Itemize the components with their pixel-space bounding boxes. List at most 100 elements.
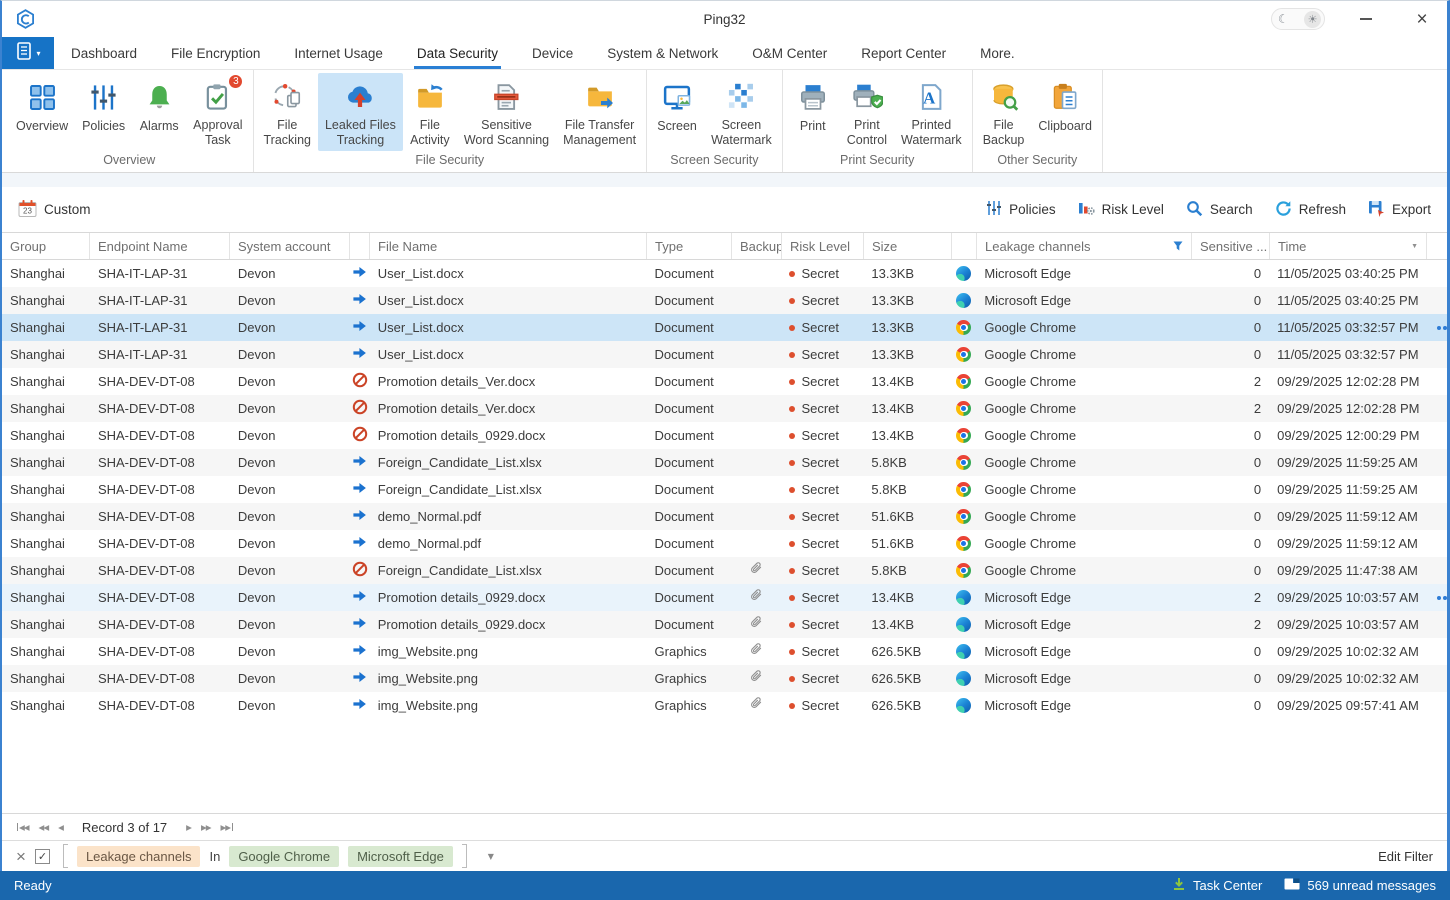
app-menu-button[interactable]: ▾ — [2, 37, 54, 69]
ribbon-button-print[interactable]: Print — [786, 73, 840, 151]
ribbon-button-leaked-files-tracking[interactable]: Leaked FilesTracking — [318, 73, 403, 151]
column-header-risk-level[interactable]: Risk Level — [782, 233, 864, 259]
ribbon-button-approval-task[interactable]: 3ApprovalTask — [186, 73, 249, 151]
refresh-button[interactable]: Refresh — [1275, 200, 1346, 220]
ribbon-button-alarms[interactable]: Alarms — [132, 73, 186, 151]
column-header-sensitive[interactable]: Sensitive ... — [1192, 233, 1270, 259]
theme-toggle[interactable]: ☾ ☀ — [1271, 8, 1325, 30]
table-row[interactable]: ShanghaiSHA-IT-LAP-31DevonUser_List.docx… — [2, 314, 1447, 341]
status-ready: Ready — [14, 878, 52, 893]
ribbon-button-file-backup[interactable]: FileBackup — [976, 73, 1032, 151]
column-header-type[interactable]: Type — [647, 233, 732, 259]
column-header-icon-3[interactable] — [350, 233, 370, 259]
cell-backup — [731, 584, 781, 611]
column-header-file-name[interactable]: File Name — [370, 233, 647, 259]
table-row[interactable]: ShanghaiSHA-DEV-DT-08DevonForeign_Candid… — [2, 476, 1447, 503]
menu-item-system-network[interactable]: System & Network — [590, 37, 735, 69]
table-row[interactable]: ShanghaiSHA-DEV-DT-08Devonimg_Website.pn… — [2, 638, 1447, 665]
filter-funnel-icon[interactable] — [1173, 241, 1183, 251]
ribbon-button-policies[interactable]: Policies — [75, 73, 132, 151]
table-row[interactable]: ShanghaiSHA-IT-LAP-31DevonUser_List.docx… — [2, 341, 1447, 368]
menu-item-dashboard[interactable]: Dashboard — [54, 37, 154, 69]
cell-sensitive: 2 — [1191, 611, 1269, 638]
column-header-backup[interactable]: Backup — [732, 233, 782, 259]
clear-filter-icon[interactable]: × — [16, 848, 26, 865]
filter-enabled-checkbox[interactable]: ✓ — [35, 849, 50, 864]
pager-last-button[interactable]: ▶▶ — [215, 823, 239, 832]
filter-value-chip[interactable]: Google Chrome — [229, 846, 339, 867]
ribbon-button-file-tracking[interactable]: FileTracking — [257, 73, 318, 151]
risk-dot-icon — [789, 271, 795, 277]
ribbon-button-overview[interactable]: Overview — [9, 73, 75, 151]
pager-prev-page-button[interactable]: ◀◀ — [34, 823, 54, 832]
ribbon-button-printed-watermark[interactable]: APrintedWatermark — [894, 73, 969, 151]
table-row[interactable]: ShanghaiSHA-IT-LAP-31DevonUser_List.docx… — [2, 287, 1447, 314]
pager-next-button[interactable]: ▶ — [181, 823, 196, 832]
ribbon-button-print-control[interactable]: PrintControl — [840, 73, 894, 151]
file-activity-icon — [415, 78, 445, 115]
table-row[interactable]: ShanghaiSHA-DEV-DT-08DevonForeign_Candid… — [2, 449, 1447, 476]
ribbon-button-file-activity[interactable]: FileActivity — [403, 73, 457, 151]
ribbon-button-clipboard[interactable]: Clipboard — [1031, 73, 1099, 151]
table-row[interactable]: ShanghaiSHA-DEV-DT-08DevonForeign_Candid… — [2, 557, 1447, 584]
sun-icon[interactable]: ☀ — [1304, 11, 1321, 28]
column-header-endpoint-name[interactable]: Endpoint Name — [90, 233, 230, 259]
custom-date-range-button[interactable]: 23 Custom — [18, 199, 91, 221]
filter-field-chip[interactable]: Leakage channels — [77, 846, 201, 867]
pager-first-button[interactable]: ◀◀ — [10, 823, 34, 832]
policies-button[interactable]: Policies — [986, 200, 1056, 219]
risk-level-button[interactable]: Risk Level — [1078, 200, 1164, 219]
column-header-group[interactable]: Group — [2, 233, 90, 259]
task-center-button[interactable]: Task Center — [1172, 877, 1262, 894]
close-button[interactable]: × — [1407, 6, 1437, 32]
cell-endpoint: SHA-DEV-DT-08 — [90, 611, 230, 638]
menu-item-data-security[interactable]: Data Security — [400, 37, 515, 69]
cell-risk: Secret — [781, 584, 863, 611]
table-row[interactable]: ShanghaiSHA-DEV-DT-08Devonimg_Website.pn… — [2, 692, 1447, 719]
column-header-leakage-channels[interactable]: Leakage channels — [977, 233, 1192, 259]
filter-dropdown-icon[interactable]: ▼ — [488, 852, 494, 861]
row-more-button[interactable] — [1434, 326, 1447, 330]
cell-group: Shanghai — [2, 314, 90, 341]
menu-item-internet-usage[interactable]: Internet Usage — [277, 37, 400, 69]
row-more-button[interactable] — [1434, 596, 1447, 600]
minimize-button[interactable] — [1351, 6, 1381, 32]
filter-value-chip[interactable]: Microsoft Edge — [348, 846, 453, 867]
column-header-icon-9[interactable] — [952, 233, 977, 259]
column-header-system-account[interactable]: System account — [230, 233, 350, 259]
table-row[interactable]: ShanghaiSHA-DEV-DT-08Devondemo_Normal.pd… — [2, 503, 1447, 530]
column-header-size[interactable]: Size — [864, 233, 952, 259]
table-row[interactable]: ShanghaiSHA-DEV-DT-08Devondemo_Normal.pd… — [2, 530, 1447, 557]
table-row[interactable]: ShanghaiSHA-DEV-DT-08DevonPromotion deta… — [2, 611, 1447, 638]
moon-icon[interactable]: ☾ — [1275, 13, 1289, 25]
menu-item-more[interactable]: More. — [963, 37, 1032, 69]
menu-item-o-m-center[interactable]: O&M Center — [735, 37, 844, 69]
ribbon-button-screen[interactable]: Screen — [650, 73, 704, 151]
google-chrome-icon — [956, 455, 971, 470]
ribbon-button-sensitive-word-scanning[interactable]: SensitiveWord Scanning — [457, 73, 556, 151]
paperclip-icon — [749, 643, 763, 660]
table-row[interactable]: ShanghaiSHA-DEV-DT-08DevonPromotion deta… — [2, 368, 1447, 395]
pager-prev-button[interactable]: ◀ — [53, 823, 68, 832]
export-button[interactable]: Export — [1368, 200, 1431, 220]
column-header-icon-13[interactable] — [1427, 233, 1447, 259]
menu-item-report-center[interactable]: Report Center — [844, 37, 963, 69]
menu-item-file-encryption[interactable]: File Encryption — [154, 37, 277, 69]
pager-next-page-button[interactable]: ▶▶ — [196, 823, 216, 832]
column-dropdown-icon[interactable]: ▼ — [1411, 243, 1418, 250]
ribbon-button-file-transfer-management[interactable]: File TransferManagement — [556, 73, 643, 151]
column-header-time[interactable]: Time▼ — [1270, 233, 1427, 259]
unread-messages-button[interactable]: 569 unread messages — [1284, 878, 1436, 893]
table-row[interactable]: ShanghaiSHA-DEV-DT-08DevonPromotion deta… — [2, 422, 1447, 449]
ribbon-button-screen-watermark[interactable]: ScreenWatermark — [704, 73, 779, 151]
cell-file_icon — [350, 287, 370, 314]
menu-item-device[interactable]: Device — [515, 37, 590, 69]
table-row[interactable]: ShanghaiSHA-IT-LAP-31DevonUser_List.docx… — [2, 260, 1447, 287]
edit-filter-button[interactable]: Edit Filter — [1378, 849, 1433, 864]
table-row[interactable]: ShanghaiSHA-DEV-DT-08DevonPromotion deta… — [2, 584, 1447, 611]
search-button[interactable]: Search — [1186, 200, 1253, 220]
cell-time: 09/29/2025 10:03:57 AM — [1269, 611, 1426, 638]
table-row[interactable]: ShanghaiSHA-DEV-DT-08DevonPromotion deta… — [2, 395, 1447, 422]
table-row[interactable]: ShanghaiSHA-DEV-DT-08Devonimg_Website.pn… — [2, 665, 1447, 692]
cell-file_icon — [350, 692, 370, 719]
